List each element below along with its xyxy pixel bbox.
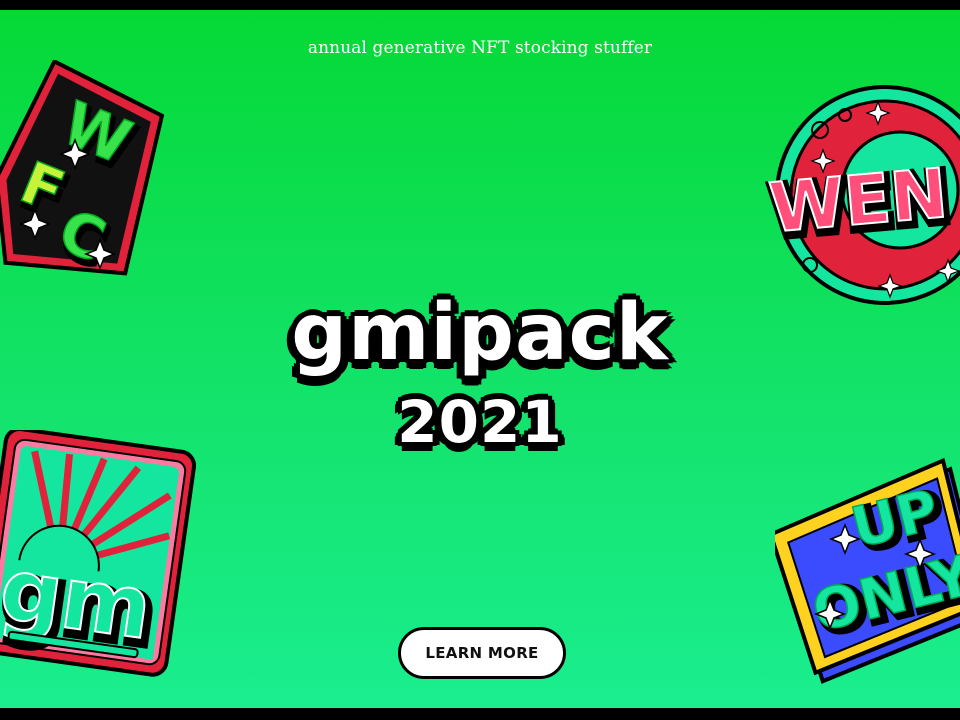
wfc-sticker: W F C W F C [0,60,165,283]
gm-sticker: gm gm [0,430,197,677]
logo-year: 2021 [397,388,563,456]
wen-text: WEN [766,154,951,248]
wen-sticker: WEN WEN [764,85,960,305]
hero-section: annual generative NFT stocking stuffer W… [0,10,960,708]
logo-title: gmipack [291,288,669,378]
learn-more-button[interactable]: LEARN MORE [398,627,566,679]
tagline: annual generative NFT stocking stuffer [307,38,653,58]
up-only-sticker: UP UP ONLY ONLY [775,457,960,684]
